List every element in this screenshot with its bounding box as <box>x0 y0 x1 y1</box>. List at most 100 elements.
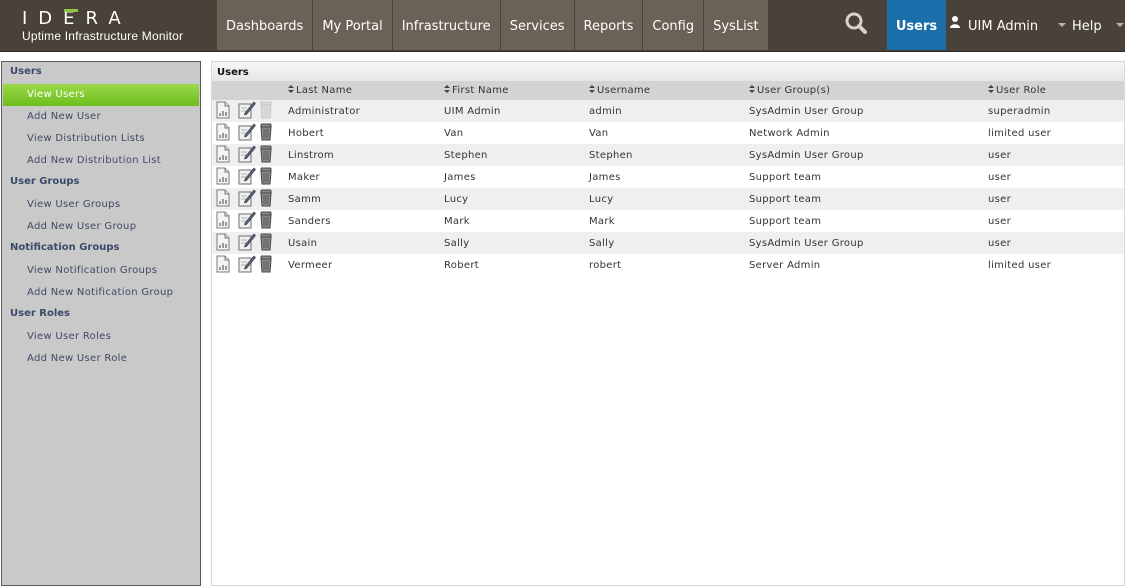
column-header-label: Username <box>597 85 651 96</box>
report-icon[interactable] <box>216 145 236 165</box>
nav-dashboards[interactable]: Dashboards <box>217 0 314 50</box>
sidebar-item-add-new-user-group[interactable]: Add New User Group <box>2 216 200 238</box>
row-actions <box>212 144 288 166</box>
column-header-first-name[interactable]: First Name <box>444 81 589 100</box>
row-actions <box>212 210 288 232</box>
edit-icon[interactable] <box>238 101 258 121</box>
report-icon[interactable] <box>216 101 236 121</box>
column-header-user-role[interactable]: User Role <box>988 81 1124 100</box>
cell-role: user <box>988 166 1124 188</box>
chevron-down-icon <box>1058 22 1067 27</box>
row-actions <box>212 166 288 188</box>
sidebar-item-add-new-distribution-list[interactable]: Add New Distribution List <box>2 150 200 172</box>
edit-icon[interactable] <box>238 123 258 143</box>
sidebar-item-view-user-roles[interactable]: View User Roles <box>2 326 200 348</box>
cell-username: Stephen <box>589 144 749 166</box>
help-menu[interactable]: Help <box>1072 0 1124 50</box>
edit-icon[interactable] <box>238 145 258 165</box>
delete-icon <box>259 101 279 121</box>
delete-icon[interactable] <box>259 211 279 231</box>
table-row[interactable]: Hobert Van Van Network Admin limited user <box>212 122 1124 144</box>
table-body: Administrator UIM Admin admin SysAdmin User… <box>212 100 1124 276</box>
row-actions <box>212 232 288 254</box>
sidebar-item-view-user-groups[interactable]: View User Groups <box>2 194 200 216</box>
nav-services[interactable]: Services <box>500 0 575 50</box>
cell-role: user <box>988 232 1124 254</box>
cell-last[interactable]: Linstrom <box>288 144 444 166</box>
table-row[interactable]: Linstrom Stephen Stephen SysAdmin User Grou… <box>212 144 1124 166</box>
user-menu[interactable]: UIM Admin <box>950 0 1067 50</box>
report-icon[interactable] <box>216 123 236 143</box>
table-row[interactable]: Administrator UIM Admin admin SysAdmin User… <box>212 100 1124 122</box>
report-icon[interactable] <box>216 167 236 187</box>
edit-icon[interactable] <box>238 211 258 231</box>
cell-role: superadmin <box>988 100 1124 122</box>
sidebar-item-add-new-notification-group[interactable]: Add New Notification Group <box>2 282 200 304</box>
sidebar-section-user-roles: User Roles <box>10 308 70 319</box>
edit-icon[interactable] <box>238 255 258 275</box>
cell-first: James <box>444 166 589 188</box>
delete-icon[interactable] <box>259 145 279 165</box>
cell-group: Network Admin <box>749 122 988 144</box>
sidebar-item-view-distribution-lists[interactable]: View Distribution Lists <box>2 128 200 150</box>
delete-icon[interactable] <box>259 189 279 209</box>
search-icon[interactable] <box>838 6 874 42</box>
nav-infrastructure[interactable]: Infrastructure <box>392 0 501 50</box>
delete-icon[interactable] <box>259 255 279 275</box>
cell-last[interactable]: Vermeer <box>288 254 444 276</box>
nav-config[interactable]: Config <box>643 0 705 50</box>
report-icon[interactable] <box>216 233 236 253</box>
sort-icon <box>589 85 595 95</box>
table-row[interactable]: Samm Lucy Lucy Support team user <box>212 188 1124 210</box>
report-icon[interactable] <box>216 255 236 275</box>
cell-last[interactable]: Hobert <box>288 122 444 144</box>
table-row[interactable]: Usain Sally Sally SysAdmin User Group user <box>212 232 1124 254</box>
sidebar-item-view-notification-groups[interactable]: View Notification Groups <box>2 260 200 282</box>
column-header-user-groups[interactable]: User Group(s) <box>749 81 988 100</box>
table-row[interactable]: Maker James James Support team user <box>212 166 1124 188</box>
cell-last[interactable]: Maker <box>288 166 444 188</box>
nav-my-portal[interactable]: My Portal <box>313 0 393 50</box>
cell-role: limited user <box>988 254 1124 276</box>
chevron-down-icon <box>1115 22 1124 27</box>
edit-icon[interactable] <box>238 167 258 187</box>
column-header-last-name[interactable]: Last Name <box>288 81 444 100</box>
brand[interactable]: IDERA Uptime Infrastructure Monitor <box>12 6 212 46</box>
cell-role: limited user <box>988 122 1124 144</box>
table-header-row: Last Name First Name Username User Group(s)… <box>212 81 1124 100</box>
sort-icon <box>444 85 450 95</box>
cell-role: user <box>988 210 1124 232</box>
cell-last[interactable]: Usain <box>288 232 444 254</box>
nav-syslist[interactable]: SysList <box>704 0 769 50</box>
sidebar-item-add-new-user-role[interactable]: Add New User Role <box>2 348 200 370</box>
main-panel: Users Last Name First Name Username User Gr… <box>211 61 1125 586</box>
nav-reports[interactable]: Reports <box>574 0 644 50</box>
column-header-username[interactable]: Username <box>589 81 749 100</box>
cell-last[interactable]: Sanders <box>288 210 444 232</box>
cell-first: Sally <box>444 232 589 254</box>
delete-icon[interactable] <box>259 233 279 253</box>
sidebar-item-view-users[interactable]: View Users <box>3 84 199 106</box>
delete-icon[interactable] <box>259 167 279 187</box>
cell-username: Sally <box>589 232 749 254</box>
actions-header <box>212 81 288 100</box>
cell-role: user <box>988 188 1124 210</box>
edit-icon[interactable] <box>238 233 258 253</box>
cell-username: James <box>589 166 749 188</box>
cell-first: Lucy <box>444 188 589 210</box>
cell-first: Robert <box>444 254 589 276</box>
cell-last[interactable]: Administrator <box>288 100 444 122</box>
table-row[interactable]: Vermeer Robert robert Server Admin limited u… <box>212 254 1124 276</box>
report-icon[interactable] <box>216 189 236 209</box>
delete-icon[interactable] <box>259 123 279 143</box>
user-menu-label: UIM Admin <box>968 19 1039 34</box>
cell-group: SysAdmin User Group <box>749 144 988 166</box>
users-nav-button[interactable]: Users <box>887 0 946 50</box>
report-icon[interactable] <box>216 211 236 231</box>
table-row[interactable]: Sanders Mark Mark Support team user <box>212 210 1124 232</box>
cell-group: Support team <box>749 210 988 232</box>
main-nav: Dashboards My Portal Infrastructure Service… <box>217 0 769 50</box>
sidebar-item-add-new-user[interactable]: Add New User <box>2 106 200 128</box>
cell-last[interactable]: Samm <box>288 188 444 210</box>
edit-icon[interactable] <box>238 189 258 209</box>
